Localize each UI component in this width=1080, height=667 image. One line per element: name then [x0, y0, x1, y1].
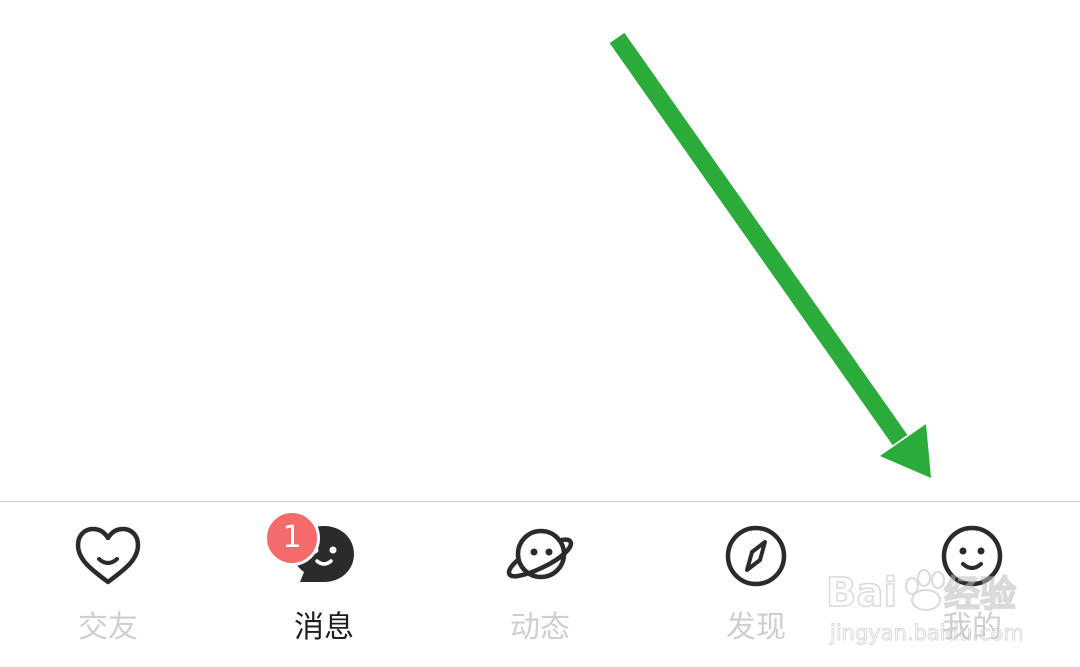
tab-discover-label: 发现 [726, 610, 786, 645]
tab-discover[interactable]: 发现 [648, 502, 864, 667]
tab-profile-label: 我的 [942, 610, 1002, 645]
app-screen: 交友 消息 1 动态 发现 我的 Bai 经验 jingyan.baidu.co… [0, 0, 1080, 667]
content-area [0, 0, 1080, 501]
tab-moments[interactable]: 动态 [432, 502, 648, 667]
smiley-face-icon [941, 525, 1003, 587]
tab-messages-label: 消息 [294, 610, 354, 645]
heart-smile-icon [75, 526, 141, 585]
compass-icon [725, 525, 787, 587]
tab-moments-label: 动态 [510, 610, 570, 645]
tab-friends[interactable]: 交友 [0, 502, 216, 667]
bottom-tab-bar: 交友 消息 1 动态 发现 我的 [0, 501, 1080, 667]
tab-messages[interactable]: 消息 [216, 502, 432, 667]
unread-badge: 1 [264, 510, 320, 566]
tab-profile[interactable]: 我的 [864, 502, 1080, 667]
tab-friends-label: 交友 [78, 610, 138, 645]
planet-icon [506, 528, 574, 580]
